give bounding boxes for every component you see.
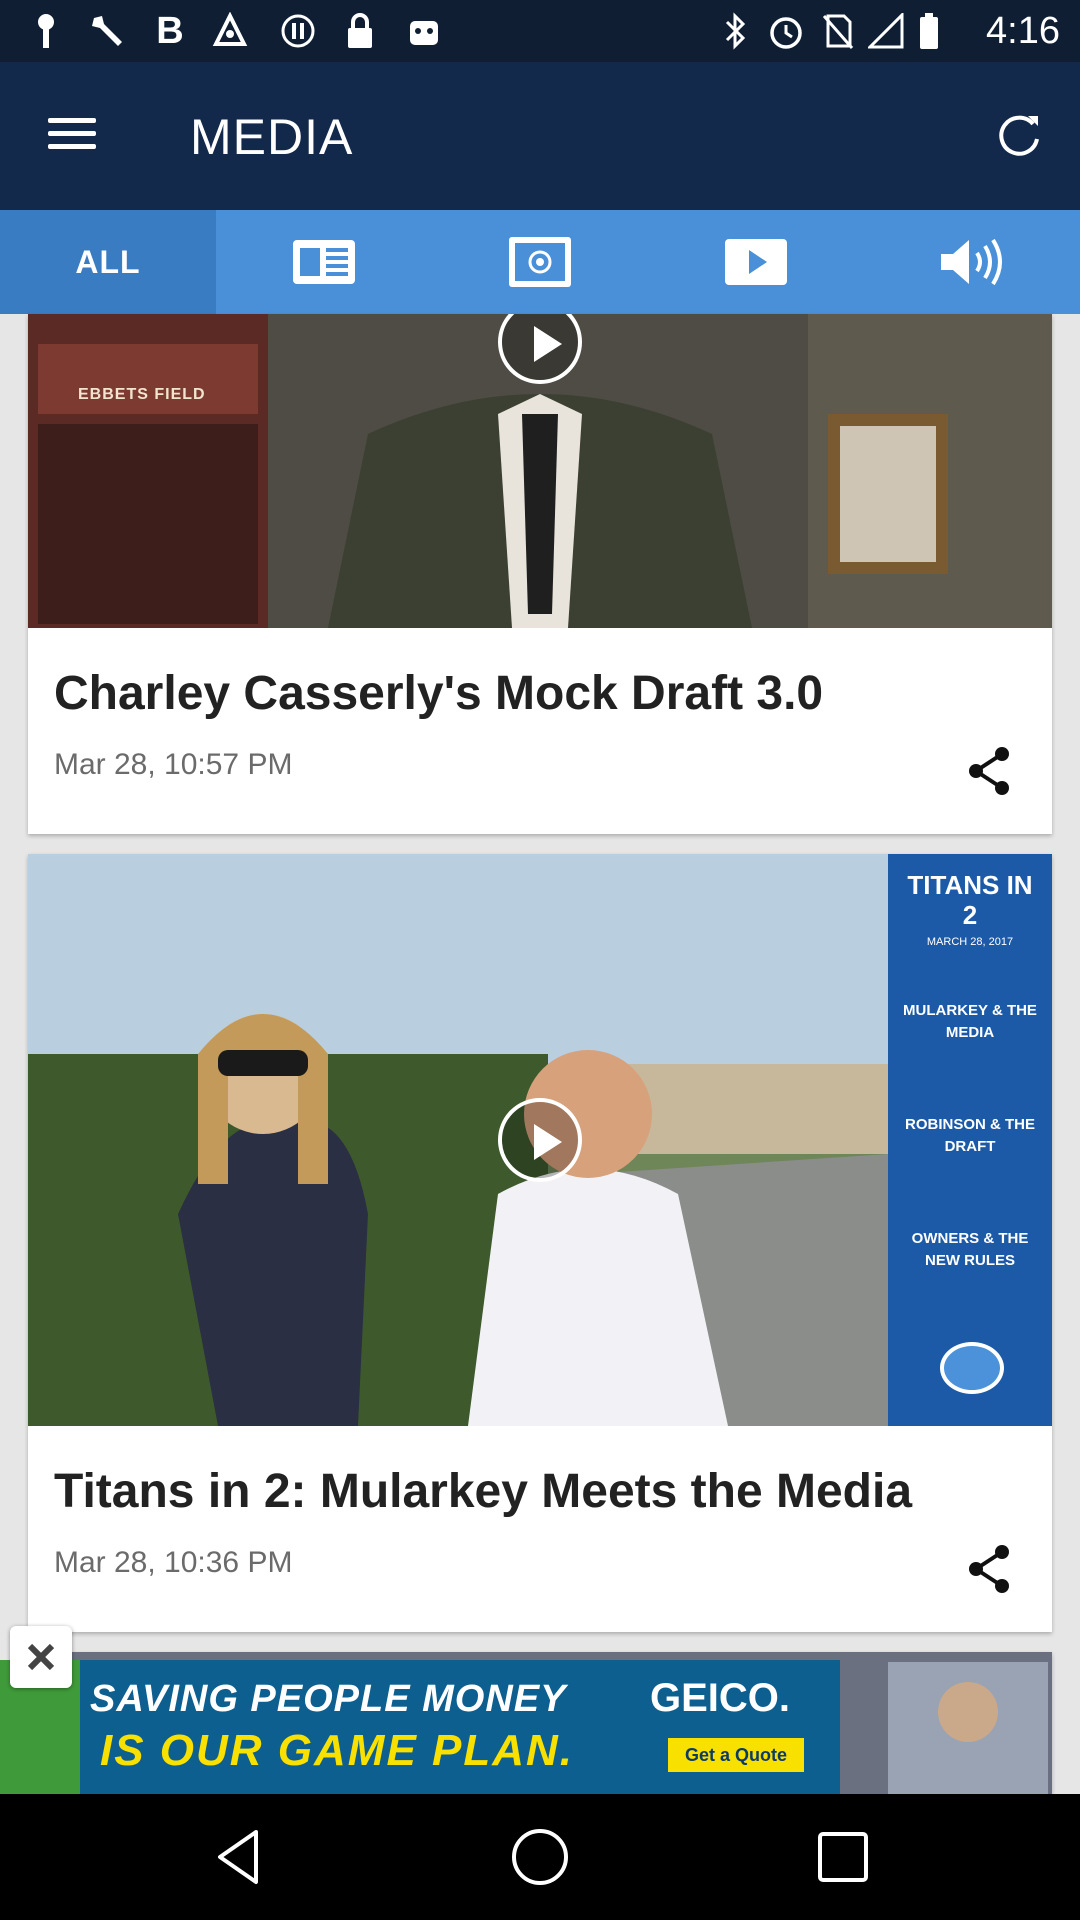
media-card[interactable]: EBBETS FIELD Charley Casserly's Mock Dra…	[28, 314, 1052, 834]
pause-icon	[278, 12, 318, 50]
close-icon	[27, 1643, 55, 1671]
panel-date: MARCH 28, 2017	[926, 936, 1014, 948]
card-date: Mar 28, 10:36 PM	[54, 1546, 293, 1579]
status-bar: B 4:16	[0, 0, 1080, 62]
notification-icon	[26, 12, 66, 50]
status-time: 4:16	[986, 10, 1060, 52]
play-icon[interactable]	[498, 1098, 582, 1182]
alarm-icon	[764, 12, 808, 50]
recents-icon[interactable]	[808, 1822, 878, 1892]
app-bar: MEDIA	[0, 62, 1080, 210]
fake-gps-icon	[208, 12, 252, 50]
ad-line-1: SAVING PEOPLE MONEY	[90, 1678, 567, 1720]
android-icon	[404, 12, 444, 50]
ad-line-2: IS OUR GAME PLAN.	[100, 1726, 575, 1775]
wrench-icon	[86, 12, 130, 50]
panel-topic: ROBINSON & THE DRAFT	[904, 1116, 1035, 1155]
card-title[interactable]: Titans in 2: Mularkey Meets the Media	[54, 1464, 912, 1519]
media-tabs: ALL	[0, 210, 1080, 328]
no-sim-icon	[818, 12, 858, 50]
ad-brand: GEICO.	[650, 1676, 791, 1720]
battery-icon	[914, 12, 944, 50]
tab-audio[interactable]	[864, 210, 1080, 314]
back-icon[interactable]	[204, 1822, 274, 1892]
page-title: MEDIA	[190, 109, 354, 165]
panel-heading: TITANS IN 2	[907, 870, 1033, 930]
share-icon[interactable]	[966, 746, 1012, 796]
tab-all-label: ALL	[75, 243, 141, 280]
card-date: Mar 28, 10:57 PM	[54, 748, 293, 781]
video-icon	[725, 239, 787, 285]
ad-banner[interactable]: SAVING PEOPLE MONEY IS OUR GAME PLAN. GE…	[0, 1660, 840, 1794]
tab-videos[interactable]	[648, 210, 864, 314]
panel-topic: OWNERS & THE NEW RULES	[911, 1230, 1029, 1269]
home-icon[interactable]	[505, 1822, 575, 1892]
refresh-icon[interactable]	[984, 102, 1054, 172]
image-sign-text: EBBETS FIELD	[78, 386, 206, 403]
titans-logo-icon	[940, 1342, 1004, 1394]
signal-icon	[866, 12, 906, 50]
tab-all[interactable]: ALL	[0, 210, 216, 328]
media-card[interactable]: TITANS IN 2 MARCH 28, 2017 MULARKEY & TH…	[28, 854, 1052, 1632]
video-thumbnail[interactable]: TITANS IN 2 MARCH 28, 2017 MULARKEY & TH…	[28, 854, 1052, 1426]
lock-icon	[342, 12, 378, 50]
card-title[interactable]: Charley Casserly's Mock Draft 3.0	[54, 666, 823, 721]
hamburger-menu-icon[interactable]	[40, 110, 104, 162]
video-thumbnail[interactable]: EBBETS FIELD	[28, 314, 1052, 628]
photo-icon	[509, 237, 571, 287]
titans-panel: TITANS IN 2 MARCH 28, 2017 MULARKEY & TH…	[888, 854, 1052, 1426]
tab-news[interactable]	[216, 210, 432, 314]
share-icon[interactable]	[966, 1544, 1012, 1594]
news-icon	[293, 240, 355, 284]
tab-photos[interactable]	[432, 210, 648, 314]
close-ad-button[interactable]	[10, 1626, 72, 1688]
panel-topic: MULARKEY & THE MEDIA	[903, 1002, 1037, 1041]
bold-b-icon: B	[156, 9, 184, 52]
audio-icon	[941, 238, 1002, 286]
system-nav-bar	[0, 1794, 1080, 1920]
bluetooth-icon	[716, 12, 756, 50]
ad-cta-button[interactable]: Get a Quote	[668, 1738, 804, 1772]
